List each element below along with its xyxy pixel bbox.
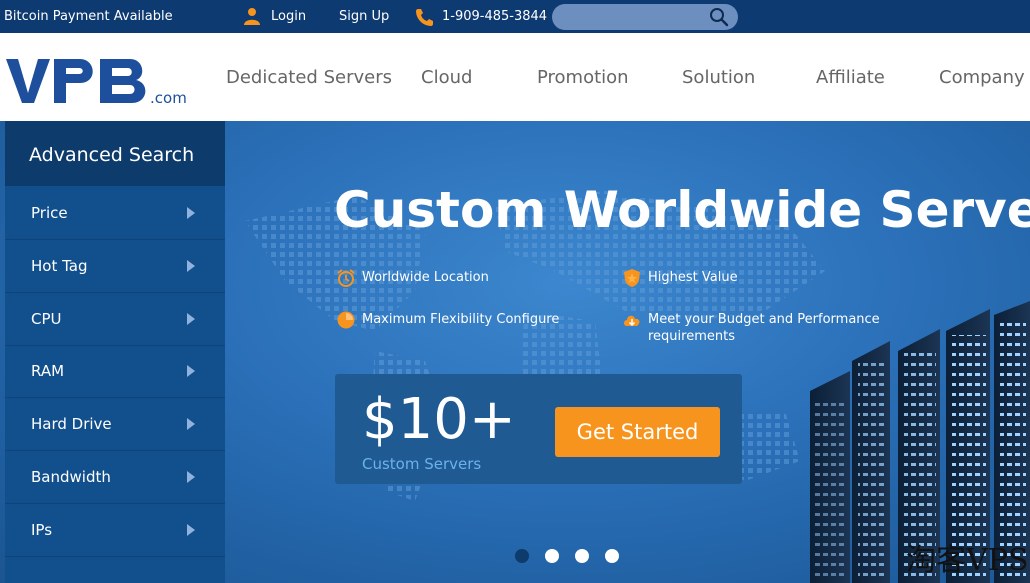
nav-dedicated-servers[interactable]: Dedicated Servers — [226, 67, 392, 89]
bitcoin-notice: Bitcoin Payment Available — [4, 9, 173, 24]
sidebar-item-label: RAM — [31, 362, 65, 380]
nav-promotion[interactable]: Promotion — [537, 67, 629, 89]
pie-chart-icon — [337, 311, 355, 329]
search-icon[interactable] — [708, 7, 730, 27]
chevron-right-icon — [187, 260, 195, 272]
sidebar-item-label: Hot Tag — [31, 257, 88, 275]
cloud-icon — [624, 315, 640, 327]
chevron-right-icon — [187, 313, 195, 325]
shield-icon — [624, 269, 640, 287]
sidebar-item-label: Hard Drive — [31, 415, 112, 433]
sidebar-item-label: Price — [31, 204, 68, 222]
signup-link[interactable]: Sign Up — [339, 9, 389, 25]
price-value: $10+ — [362, 387, 516, 452]
nav-solution[interactable]: Solution — [682, 67, 755, 89]
sidebar-item-price[interactable]: Price — [5, 187, 225, 240]
phone-icon — [416, 9, 433, 26]
feature-max-flexibility: Maximum Flexibility Configure — [362, 312, 560, 327]
advanced-search-sidebar: Advanced Search Price Hot Tag CPU RAM Ha… — [5, 121, 225, 583]
feature-budget-performance: Meet your Budget and Performance require… — [648, 312, 880, 344]
chevron-right-icon — [187, 418, 195, 430]
sidebar-item-label: CPU — [31, 310, 62, 328]
feature-highest-value: Highest Value — [648, 270, 738, 285]
nav-cloud[interactable]: Cloud — [421, 67, 472, 89]
main-nav: .com Dedicated Servers Cloud Promotion S… — [0, 33, 1030, 121]
sidebar-item-label: IPs — [31, 521, 53, 539]
sidebar-header: Advanced Search — [5, 121, 225, 186]
carousel-dot-2[interactable] — [545, 549, 559, 563]
sidebar-item-hard-drive[interactable]: Hard Drive — [5, 398, 225, 451]
sidebar-item-cpu[interactable]: CPU — [5, 293, 225, 346]
carousel-dot-3[interactable] — [575, 549, 589, 563]
phone-number: 1-909-485-3844 — [442, 9, 548, 24]
hero-headline: Custom Worldwide Servers — [334, 181, 1030, 239]
watermark: 淘客VPS — [906, 543, 1029, 578]
login-link[interactable]: Login — [271, 9, 306, 25]
price-subtitle: Custom Servers — [362, 455, 482, 473]
logo-suffix: .com — [150, 89, 186, 107]
nav-affiliate[interactable]: Affiliate — [816, 67, 885, 89]
user-icon — [244, 8, 260, 25]
carousel-dot-4[interactable] — [605, 549, 619, 563]
sidebar-item-ram[interactable]: RAM — [5, 345, 225, 398]
chevron-right-icon — [187, 365, 195, 377]
chevron-right-icon — [187, 207, 195, 219]
hero-banner: Advanced Search Price Hot Tag CPU RAM Ha… — [0, 121, 1030, 583]
get-started-button[interactable]: Get Started — [555, 407, 720, 457]
sidebar-item-hot-tag[interactable]: Hot Tag — [5, 240, 225, 293]
sidebar-item-bandwidth[interactable]: Bandwidth — [5, 451, 225, 504]
feature-worldwide-location: Worldwide Location — [362, 270, 489, 285]
sidebar-item-ips[interactable]: IPs — [5, 504, 225, 557]
chevron-right-icon — [187, 524, 195, 536]
sidebar-item-label: Bandwidth — [31, 468, 111, 486]
vpb-logo[interactable]: .com — [4, 53, 186, 113]
chevron-right-icon — [187, 471, 195, 483]
top-bar: Bitcoin Payment Available Login Sign Up … — [0, 0, 1030, 33]
carousel-dot-1[interactable] — [515, 549, 529, 563]
nav-company[interactable]: Company — [939, 67, 1025, 89]
clock-icon — [337, 269, 355, 287]
sidebar-title: Advanced Search — [29, 144, 195, 166]
